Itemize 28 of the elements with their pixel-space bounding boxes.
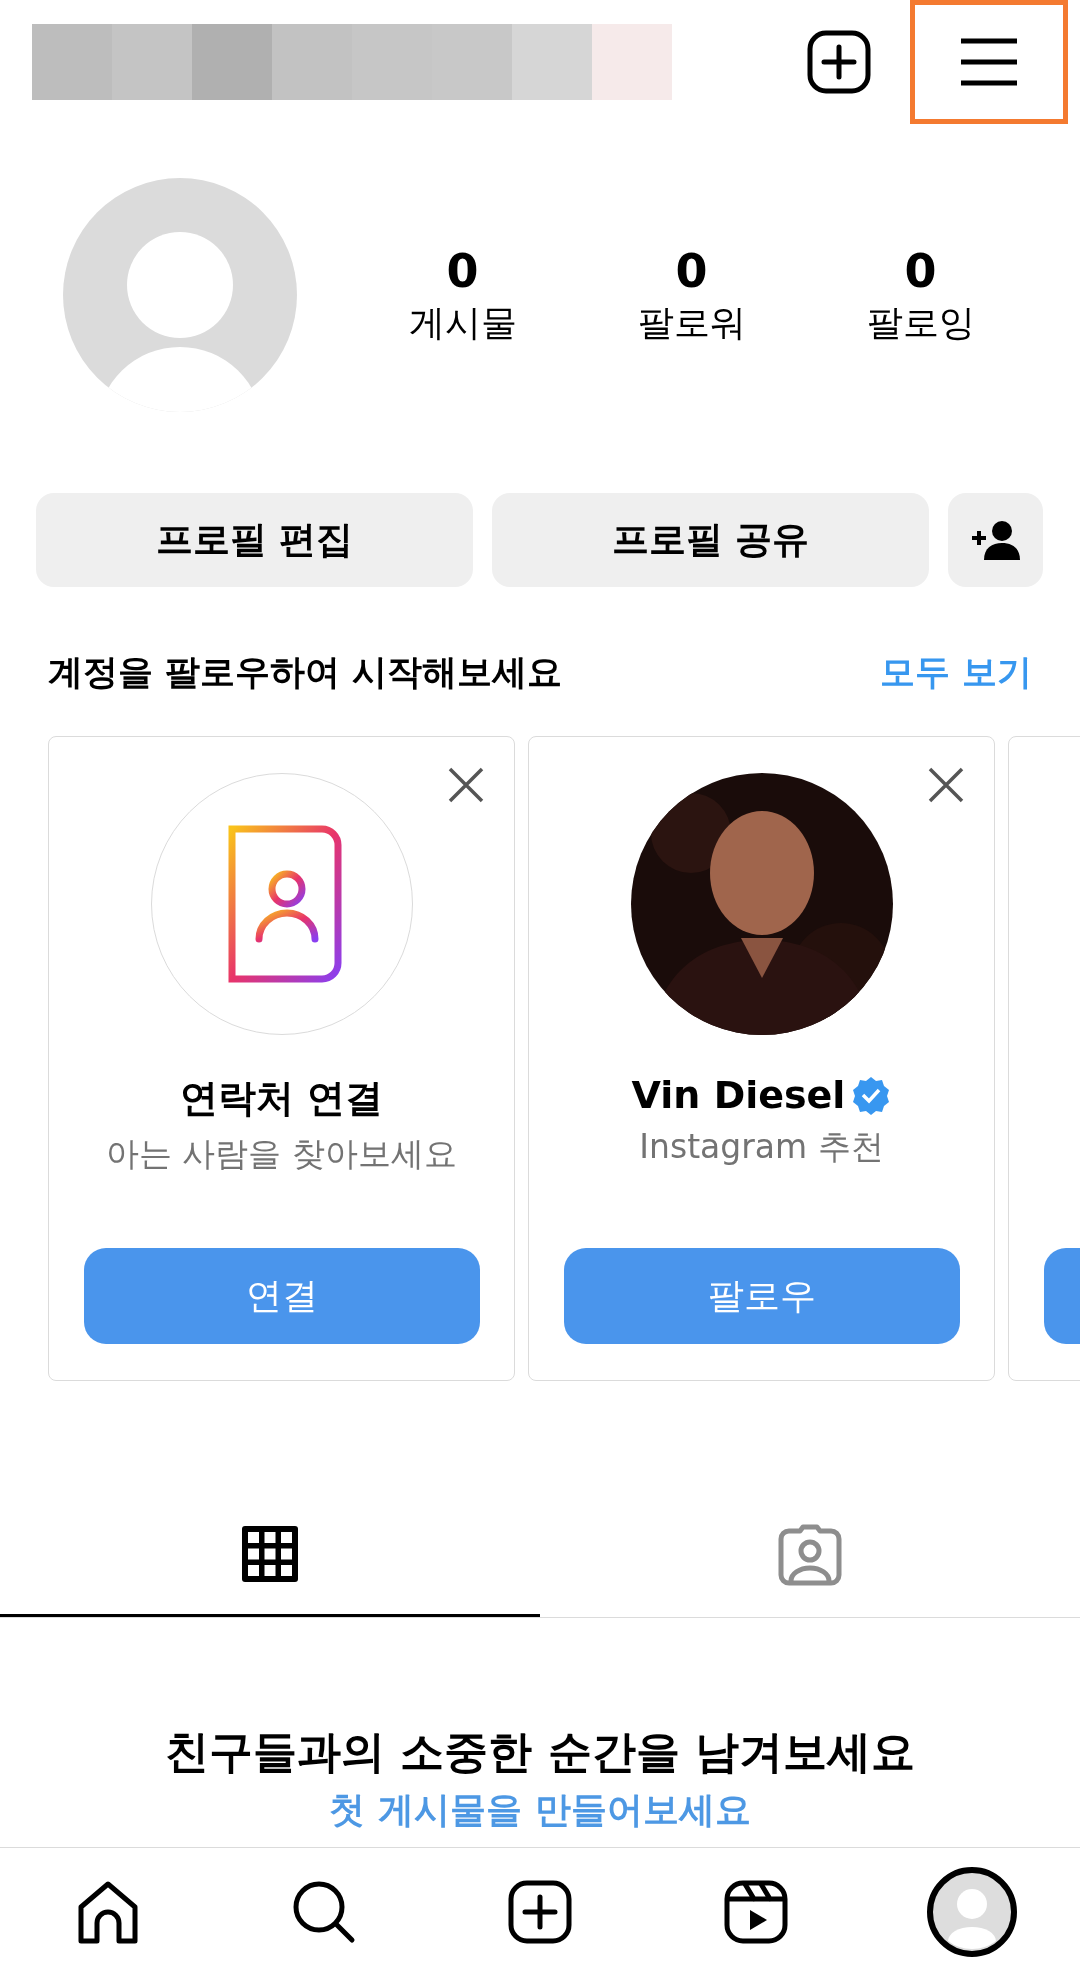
- see-all-link[interactable]: 모두 보기: [879, 649, 1032, 696]
- stat-label: 게시물: [408, 301, 517, 345]
- stat-count: 0: [904, 243, 937, 299]
- suggestion-subtitle: 아는 사람을 찾아보세요: [106, 1133, 457, 1175]
- suggestion-name: 연락처 연결: [179, 1075, 384, 1122]
- stat-label: 팔로잉: [866, 301, 975, 345]
- discover-people-button[interactable]: [948, 493, 1043, 587]
- empty-state-title: 친구들과의 소중한 순간을 남겨보세요: [165, 1725, 915, 1779]
- add-person-icon: [969, 520, 1022, 560]
- suggestion-name: Vin Diesel: [631, 1073, 846, 1117]
- close-icon: [926, 765, 966, 805]
- menu-icon: [958, 37, 1020, 87]
- dismiss-button[interactable]: [446, 765, 486, 805]
- stat-label: 팔로워: [637, 301, 746, 345]
- follow-button[interactable]: 팔로우: [563, 1248, 960, 1344]
- profile-action-button[interactable]: 프로필 공유: [492, 493, 929, 587]
- create-button[interactable]: [806, 29, 872, 95]
- menu-button[interactable]: [910, 0, 1068, 124]
- dismiss-button[interactable]: [926, 765, 966, 805]
- plus-icon: [806, 29, 872, 95]
- suggestion-subtitle: Instagram 추천: [639, 1126, 884, 1168]
- profile-action-button[interactable]: 프로필 편집: [36, 493, 473, 587]
- close-icon: [446, 765, 486, 805]
- create-post-link[interactable]: 첫 게시물을 만들어보세요: [329, 1786, 751, 1835]
- connect-button[interactable]: 연결: [83, 1248, 480, 1344]
- section-title: 계정을 팔로우하여 시작해보세요: [48, 651, 563, 694]
- stat-count: 0: [446, 243, 479, 299]
- stat-count: 0: [675, 243, 708, 299]
